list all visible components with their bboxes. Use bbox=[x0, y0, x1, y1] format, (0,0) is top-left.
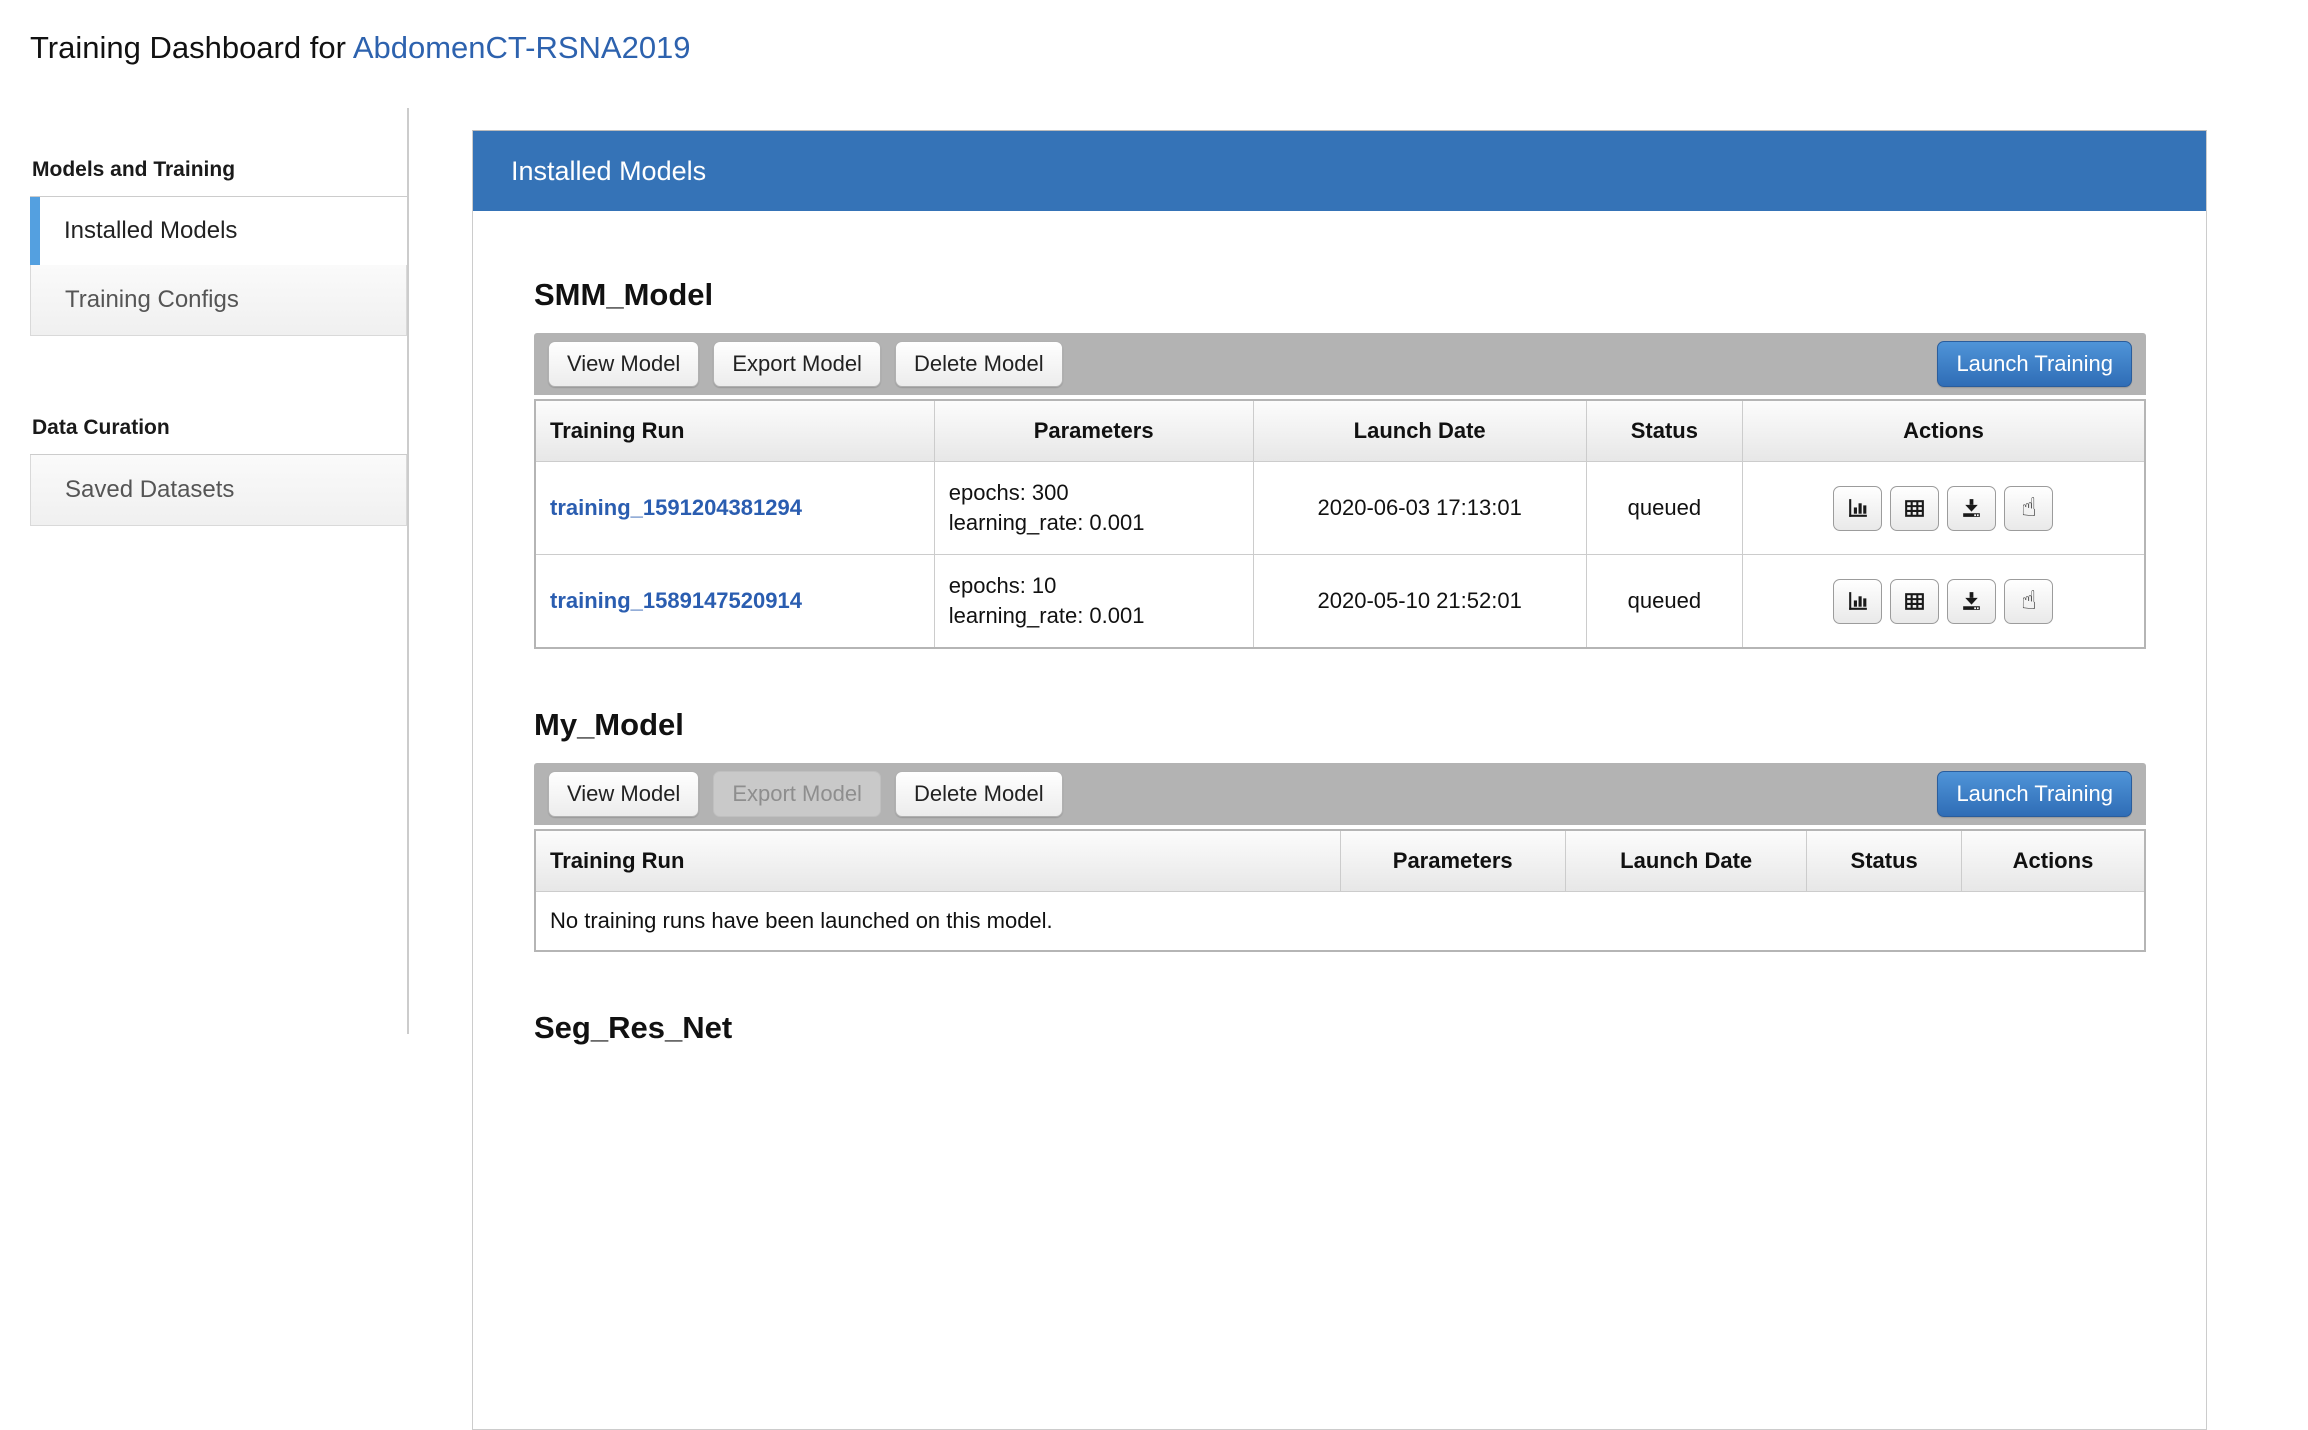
model-name: Seg_Res_Net bbox=[534, 1010, 2146, 1046]
training-run-link[interactable]: training_1591204381294 bbox=[550, 495, 802, 520]
column-header-launch-date: Launch Date bbox=[1253, 400, 1586, 462]
model-section-my-model: My_Model View Model Export Model Delete … bbox=[534, 707, 2146, 952]
actions-cell: ☝ bbox=[1742, 555, 2145, 649]
bar-chart-button[interactable] bbox=[1833, 486, 1882, 531]
hand-pointer-icon: ☝ bbox=[2021, 495, 2037, 521]
sidebar-section-header: Models and Training bbox=[30, 148, 407, 197]
launch-date-cell: 2020-06-03 17:13:01 bbox=[1253, 462, 1586, 555]
column-header-training-run: Training Run bbox=[535, 400, 934, 462]
panel-body: SMM_Model View Model Export Model Delete… bbox=[473, 211, 2206, 1106]
status-cell: queued bbox=[1586, 555, 1742, 649]
sidebar-item-saved-datasets[interactable]: Saved Datasets bbox=[30, 455, 407, 526]
hand-pointer-button[interactable]: ☝ bbox=[2004, 486, 2053, 531]
column-header-parameters: Parameters bbox=[1340, 830, 1565, 892]
export-model-button[interactable]: Export Model bbox=[713, 341, 881, 387]
page-title: Training Dashboard for AbdomenCT-RSNA201… bbox=[30, 30, 691, 66]
panel-header: Installed Models bbox=[473, 131, 2206, 211]
training-run-link[interactable]: training_1589147520914 bbox=[550, 588, 802, 613]
table-button[interactable] bbox=[1890, 579, 1939, 624]
launch-date-cell: 2020-05-10 21:52:01 bbox=[1253, 555, 1586, 649]
sidebar-section: Data Curation Saved Datasets bbox=[30, 406, 407, 526]
download-icon bbox=[1959, 589, 1984, 614]
empty-table-row: No training runs have been launched on t… bbox=[535, 892, 2145, 952]
table-icon bbox=[1902, 589, 1927, 614]
main-panel: Installed Models SMM_Model View Model Ex… bbox=[472, 130, 2207, 1430]
training-runs-table: Training RunParametersLaunch DateStatusA… bbox=[534, 399, 2146, 649]
model-toolbar: View Model Export Model Delete Model Lau… bbox=[534, 333, 2146, 395]
download-icon bbox=[1959, 496, 1984, 521]
sidebar-item-installed-models[interactable]: Installed Models bbox=[30, 197, 407, 265]
table-header-row: Training RunParametersLaunch DateStatusA… bbox=[535, 830, 2145, 892]
table-button[interactable] bbox=[1890, 486, 1939, 531]
dataset-link[interactable]: AbdomenCT-RSNA2019 bbox=[353, 30, 691, 65]
status-cell: queued bbox=[1586, 462, 1742, 555]
table-icon bbox=[1902, 496, 1927, 521]
model-section-seg-res-net: Seg_Res_Net bbox=[534, 1010, 2146, 1046]
hand-pointer-button[interactable]: ☝ bbox=[2004, 579, 2053, 624]
model-name: SMM_Model bbox=[534, 277, 2146, 313]
delete-model-button[interactable]: Delete Model bbox=[895, 341, 1063, 387]
hand-pointer-icon: ☝ bbox=[2021, 588, 2037, 614]
sidebar-section: Models and Training Installed ModelsTrai… bbox=[30, 148, 407, 336]
model-toolbar: View Model Export Model Delete Model Lau… bbox=[534, 763, 2146, 825]
view-model-button[interactable]: View Model bbox=[548, 341, 699, 387]
parameters-cell: epochs: 300learning_rate: 0.001 bbox=[934, 462, 1253, 555]
training-runs-table: Training RunParametersLaunch DateStatusA… bbox=[534, 829, 2146, 952]
empty-table-message: No training runs have been launched on t… bbox=[535, 892, 2145, 952]
sidebar-section-header: Data Curation bbox=[30, 406, 407, 455]
bar-chart-button[interactable] bbox=[1833, 579, 1882, 624]
column-header-status: Status bbox=[1586, 400, 1742, 462]
model-section-smm-model: SMM_Model View Model Export Model Delete… bbox=[534, 277, 2146, 649]
launch-training-button[interactable]: Launch Training bbox=[1937, 341, 2132, 387]
parameters-cell: epochs: 10learning_rate: 0.001 bbox=[934, 555, 1253, 649]
sidebar-divider bbox=[407, 108, 409, 1034]
column-header-actions: Actions bbox=[1742, 400, 2145, 462]
page-title-prefix: Training Dashboard for bbox=[30, 30, 353, 65]
training-run-row: training_1591204381294 epochs: 300learnin… bbox=[535, 462, 2145, 555]
table-header-row: Training RunParametersLaunch DateStatusA… bbox=[535, 400, 2145, 462]
download-button[interactable] bbox=[1947, 579, 1996, 624]
column-header-parameters: Parameters bbox=[934, 400, 1253, 462]
actions-cell: ☝ bbox=[1742, 462, 2145, 555]
export-model-button[interactable]: Export Model bbox=[713, 771, 881, 817]
bar-chart-icon bbox=[1845, 589, 1870, 614]
bar-chart-icon bbox=[1845, 496, 1870, 521]
training-run-row: training_1589147520914 epochs: 10learning… bbox=[535, 555, 2145, 649]
sidebar: Models and Training Installed ModelsTrai… bbox=[30, 148, 407, 526]
view-model-button[interactable]: View Model bbox=[548, 771, 699, 817]
model-name: My_Model bbox=[534, 707, 2146, 743]
launch-training-button[interactable]: Launch Training bbox=[1937, 771, 2132, 817]
column-header-launch-date: Launch Date bbox=[1565, 830, 1807, 892]
sidebar-item-training-configs[interactable]: Training Configs bbox=[30, 265, 407, 336]
column-header-training-run: Training Run bbox=[535, 830, 1340, 892]
download-button[interactable] bbox=[1947, 486, 1996, 531]
column-header-actions: Actions bbox=[1961, 830, 2145, 892]
column-header-status: Status bbox=[1807, 830, 1962, 892]
delete-model-button[interactable]: Delete Model bbox=[895, 771, 1063, 817]
